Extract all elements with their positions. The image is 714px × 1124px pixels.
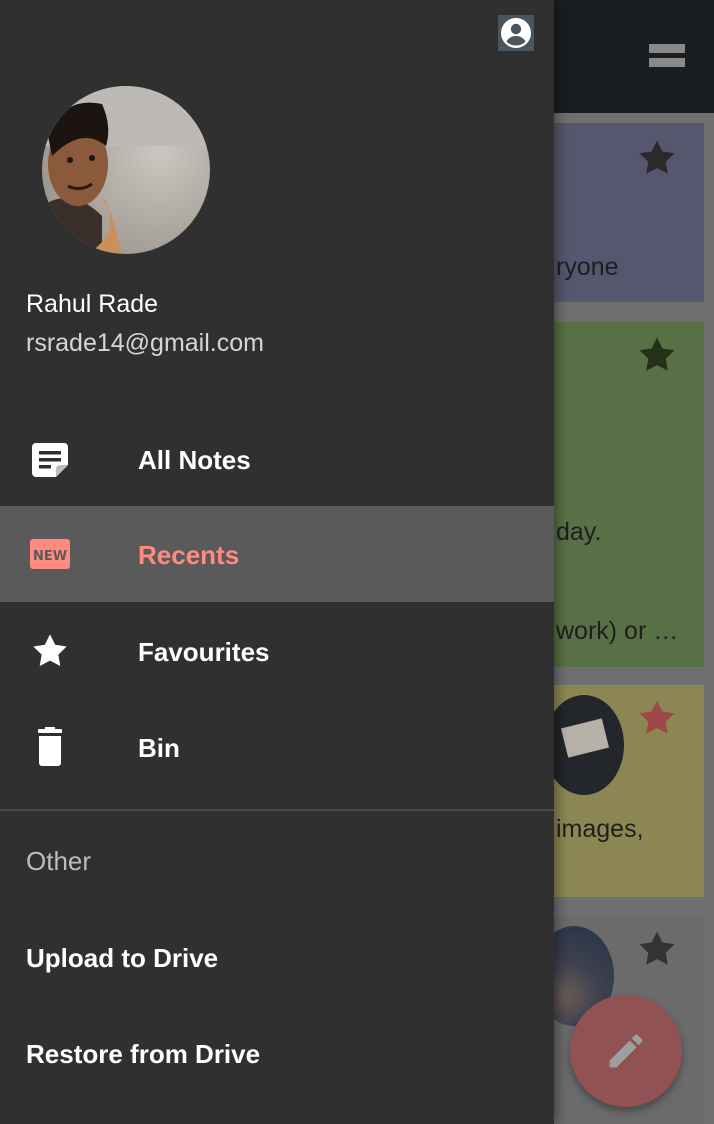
divider (0, 809, 554, 811)
nav-item-label: All Notes (138, 445, 251, 475)
upload-to-drive-item[interactable]: Upload to Drive (0, 909, 554, 1005)
note-text: day. (556, 518, 602, 546)
star-icon[interactable] (636, 928, 678, 970)
note-card[interactable]: ryone (554, 123, 704, 302)
nav-item-all-notes[interactable]: All Notes (0, 411, 554, 507)
note-icon (28, 439, 72, 479)
svg-text:NEW: NEW (33, 549, 67, 564)
nav-item-bin[interactable]: Bin (0, 699, 554, 795)
star-icon[interactable] (636, 334, 678, 376)
section-header-other: Other (26, 846, 92, 876)
pencil-icon (609, 1034, 643, 1068)
nav-item-label: Bin (138, 733, 180, 763)
nav-item-label: Favourites (138, 637, 270, 667)
action-item-label: Restore from Drive (26, 1039, 261, 1069)
note-text: work) or … (556, 617, 679, 645)
star-icon[interactable] (636, 137, 678, 179)
note-card[interactable]: day. work) or … (554, 322, 704, 667)
user-email: rsrade14@gmail.com (26, 329, 264, 357)
user-name: Rahul Rade (26, 290, 159, 318)
restore-from-drive-item[interactable]: Restore from Drive (0, 1005, 554, 1101)
avatar[interactable] (42, 86, 210, 254)
star-icon (28, 631, 72, 671)
note-image (554, 695, 624, 795)
account-switch-icon[interactable] (498, 15, 534, 51)
note-text: images, (556, 815, 644, 843)
view-toggle-icon[interactable] (649, 44, 685, 72)
note-text: ryone (556, 253, 619, 281)
new-note-button[interactable] (570, 995, 682, 1107)
star-icon[interactable] (636, 697, 678, 739)
new-badge-icon: NEW (28, 534, 72, 574)
trash-icon (28, 727, 72, 767)
action-item-label: Upload to Drive (26, 943, 219, 973)
note-card[interactable]: images, (554, 685, 704, 897)
nav-item-label: Recents (138, 540, 240, 570)
navigation-drawer: Rahul Rade rsrade14@gmail.com All Notes … (0, 0, 554, 1124)
nav-item-favourites[interactable]: Favourites (0, 603, 554, 699)
nav-item-recents[interactable]: NEW Recents (0, 506, 554, 602)
